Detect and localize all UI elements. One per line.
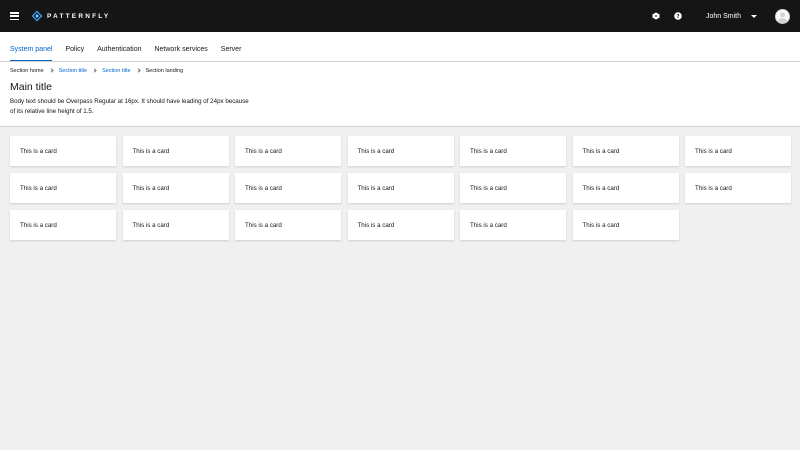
card[interactable]: This is a card	[122, 173, 229, 203]
card[interactable]: This is a card	[347, 210, 454, 240]
card[interactable]: This is a card	[10, 173, 116, 203]
page-description: Body text should be Overpass Regular at …	[10, 97, 272, 116]
breadcrumb-item-section-title[interactable]: Section title	[59, 68, 87, 74]
breadcrumb-item-section-home[interactable]: Section home	[10, 68, 44, 74]
horizontal-nav: System panel Policy Authentication Netwo…	[0, 32, 800, 62]
chevron-right-icon	[92, 68, 97, 73]
page-title: Main title	[10, 81, 53, 93]
card-gallery: This is a card This is a card This is a ca…	[0, 127, 800, 249]
breadcrumb-item-section-title-2[interactable]: Section title	[102, 68, 130, 74]
card[interactable]: This is a card	[10, 210, 116, 240]
brand-logo[interactable]: PATTERNFLY	[31, 10, 110, 22]
card[interactable]: This is a card	[235, 173, 341, 203]
card[interactable]: This is a card	[347, 136, 454, 166]
chevron-right-icon	[49, 68, 54, 73]
nav-item-system-panel[interactable]: System panel	[10, 46, 53, 61]
card[interactable]: This is a card	[685, 136, 791, 166]
hamburger-icon[interactable]	[10, 12, 19, 20]
user-name: John Smith	[705, 12, 741, 20]
card[interactable]: This is a card	[460, 136, 566, 166]
breadcrumb: Section home Section title Section title…	[0, 64, 800, 77]
avatar-icon	[777, 11, 788, 23]
svg-text:?: ?	[676, 14, 679, 20]
card[interactable]: This is a card	[685, 173, 791, 203]
nav-item-policy[interactable]: Policy	[65, 46, 84, 61]
card[interactable]: This is a card	[235, 210, 341, 240]
user-menu-toggle[interactable]: John Smith	[706, 13, 757, 20]
chevron-right-icon	[135, 68, 141, 73]
card[interactable]: This is a card	[460, 173, 566, 203]
help-icon: ?	[674, 12, 682, 20]
card[interactable]: This is a card	[572, 210, 679, 240]
nav-item-network-services[interactable]: Network services	[154, 46, 207, 61]
page-description-line-1: Body text should be Overpass Regular at …	[10, 98, 249, 105]
card[interactable]: This is a card	[347, 173, 454, 203]
nav-item-authentication[interactable]: Authentication	[97, 46, 141, 61]
page-description-line-2: of its relative line height of 1.5.	[10, 107, 94, 115]
card[interactable]: This is a card	[122, 136, 229, 166]
patternfly-logo-icon	[31, 10, 43, 22]
page-header-section: System panel Policy Authentication Netwo…	[0, 32, 800, 127]
nav-item-server[interactable]: Server	[221, 46, 242, 61]
breadcrumb-item-section-landing: Section landing	[145, 67, 184, 74]
avatar[interactable]	[775, 8, 790, 24]
card[interactable]: This is a card	[10, 136, 116, 166]
help-button[interactable]: ?	[670, 8, 686, 24]
gear-icon	[652, 12, 660, 20]
card[interactable]: This is a card	[122, 210, 229, 240]
card[interactable]: This is a card	[572, 173, 679, 203]
card[interactable]: This is a card	[572, 136, 679, 166]
card[interactable]: This is a card	[235, 136, 341, 166]
settings-button[interactable]	[648, 8, 664, 24]
caret-down-icon	[751, 14, 757, 18]
brand-text: PATTERNFLY	[47, 12, 111, 20]
card[interactable]: This is a card	[460, 210, 566, 240]
page-title-block: Main title Body text should be Overpass …	[0, 77, 800, 126]
masthead: PATTERNFLY ? John Smith	[0, 0, 800, 32]
